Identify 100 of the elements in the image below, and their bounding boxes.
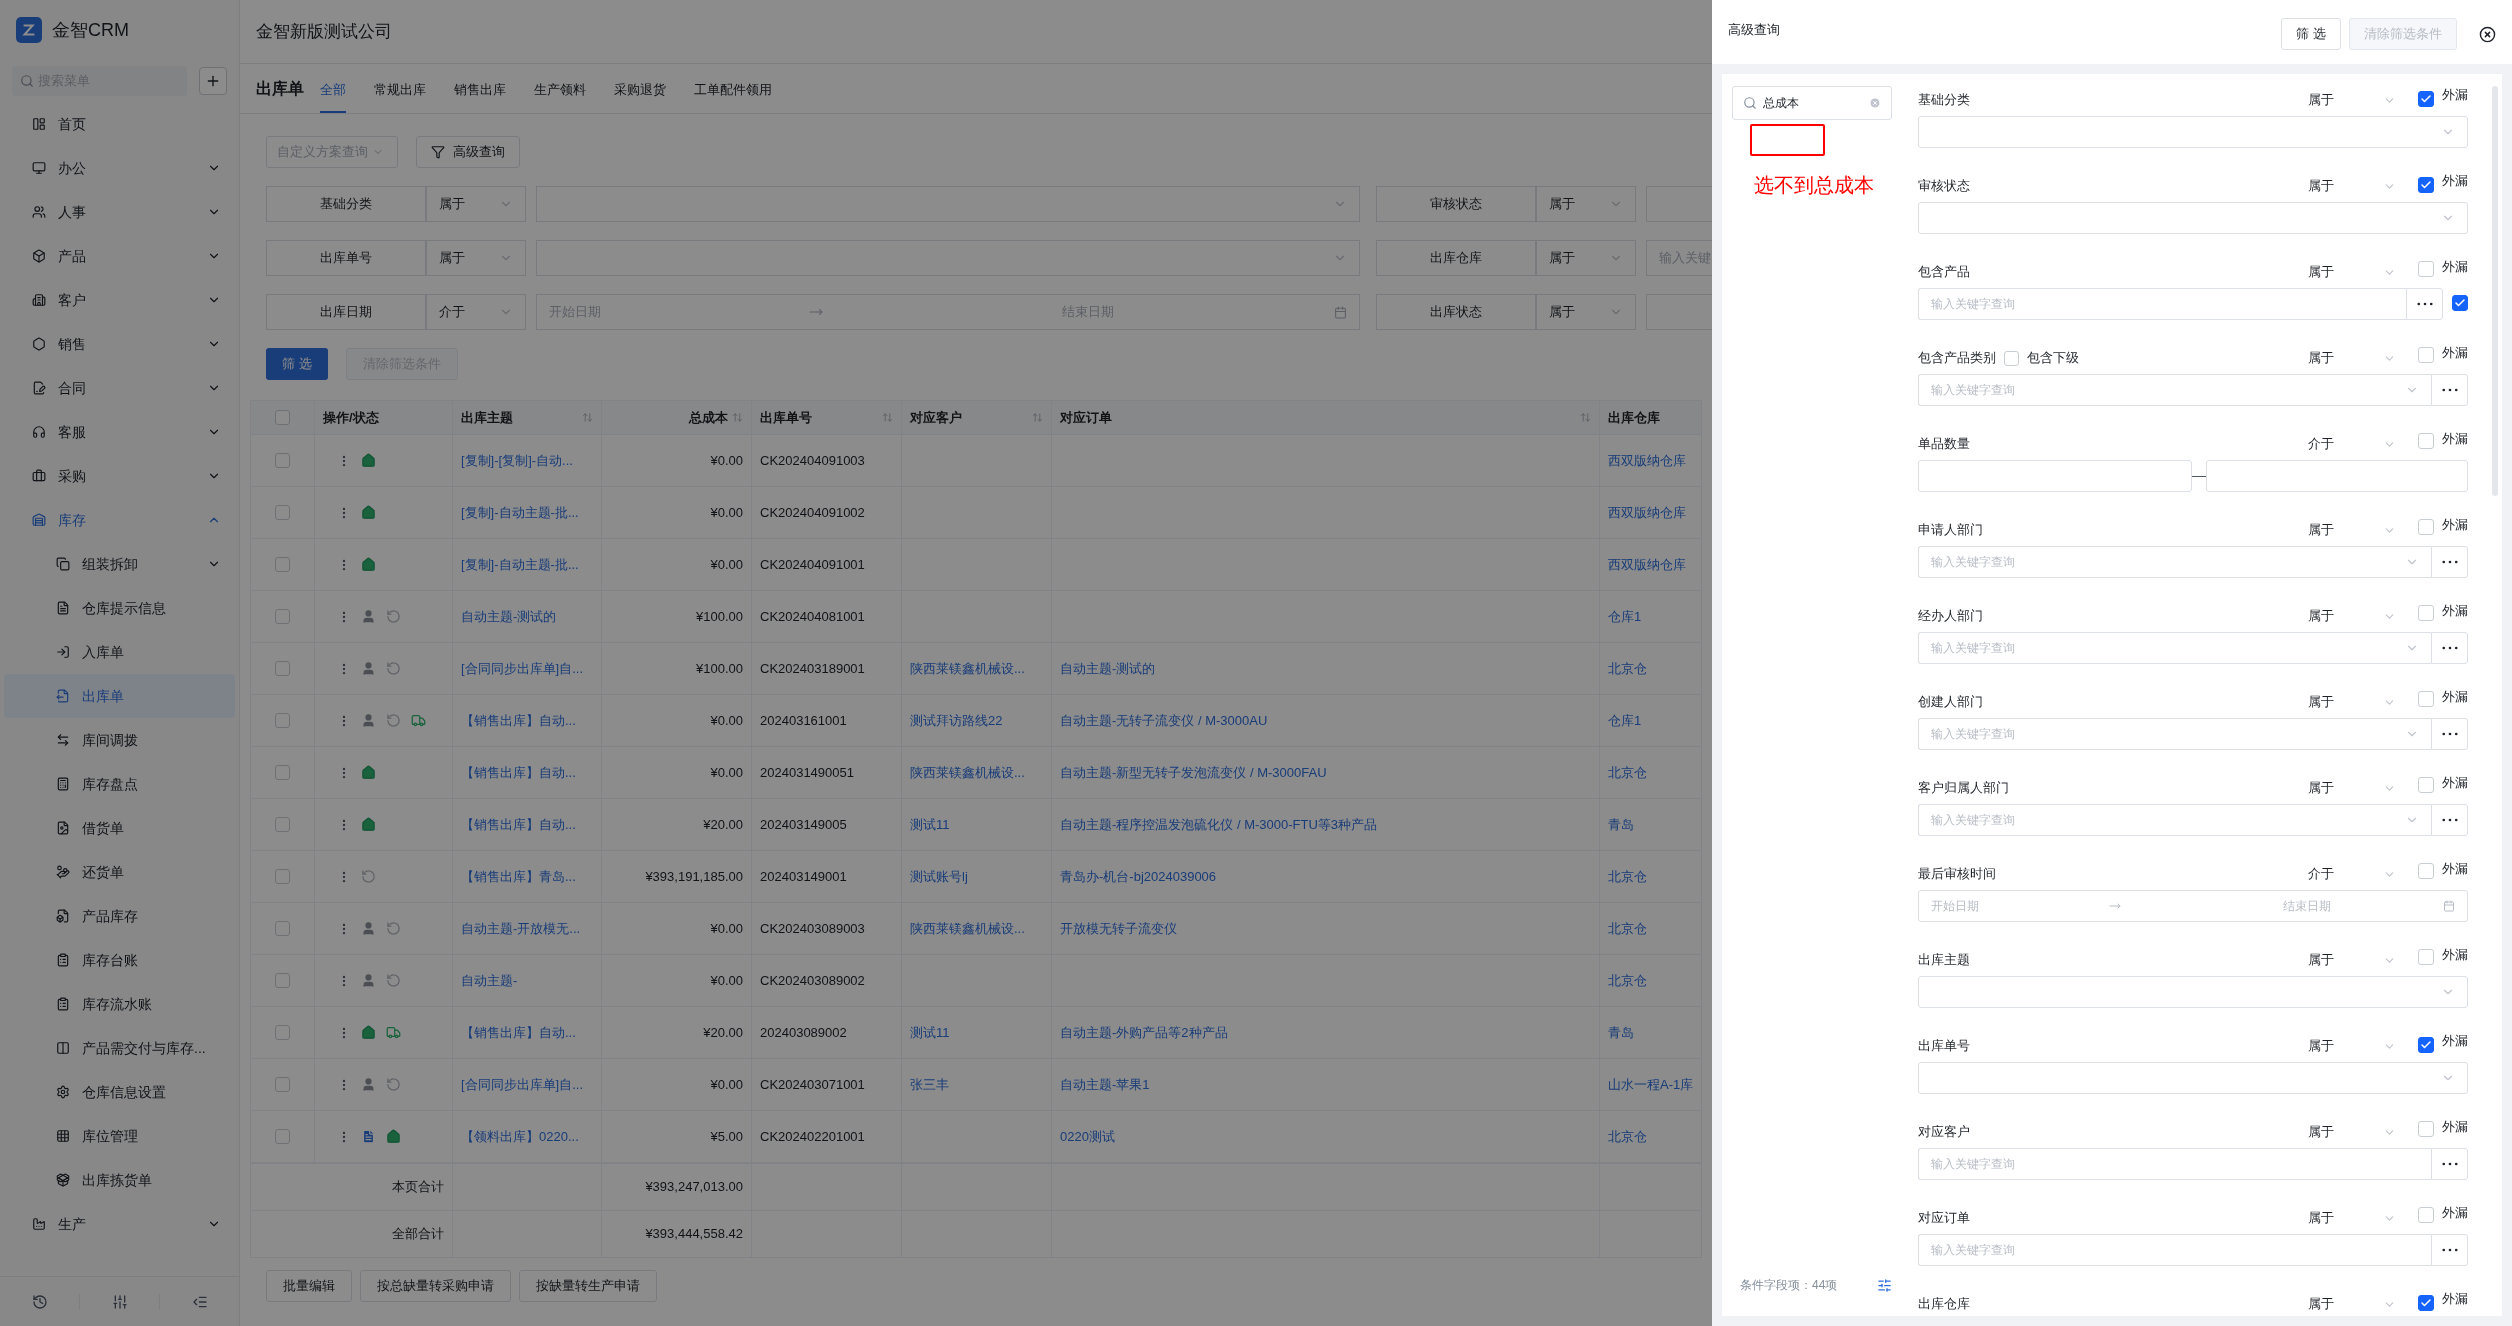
sidebar-item[interactable]: 还货单	[4, 850, 235, 894]
operator-dropdown[interactable]: 属于	[1536, 294, 1636, 330]
footer-button[interactable]: 按总缺量转采购申请	[360, 1270, 511, 1302]
sort-icon[interactable]	[1580, 412, 1591, 423]
tab[interactable]: 工单配件领用	[694, 79, 772, 113]
sort-icon[interactable]	[732, 412, 743, 423]
max-field[interactable]	[2206, 460, 2468, 492]
order-link[interactable]: 开放模无转子流变仪	[1060, 918, 1177, 939]
tab[interactable]: 生产领料	[534, 79, 586, 113]
subject-link[interactable]: [复制]-[复制]-自动...	[461, 450, 573, 471]
operator-dropdown[interactable]: 属于	[2308, 778, 2396, 798]
operator-dropdown[interactable]: 属于	[2308, 1208, 2396, 1228]
warehouse-link[interactable]: 北京仓	[1608, 762, 1647, 783]
sidebar-item[interactable]: 首页	[4, 102, 235, 146]
warehouse-link[interactable]: 青岛	[1608, 1022, 1634, 1043]
operator-dropdown[interactable]: 属于	[2308, 1036, 2396, 1056]
more-button[interactable]	[2431, 718, 2468, 750]
sliders-icon[interactable]	[111, 1293, 128, 1310]
keyword-input[interactable]: 输入关键字查询	[1931, 1241, 2131, 1259]
sidebar-item[interactable]: 客服	[4, 410, 235, 454]
field-search-field[interactable]: 总成本	[1732, 86, 1892, 120]
operator-dropdown[interactable]: 属于	[1536, 240, 1636, 276]
operator-dropdown[interactable]: 介于	[426, 294, 526, 330]
sidebar-item[interactable]: 合同	[4, 366, 235, 410]
filter-button[interactable]: 筛 选	[266, 348, 328, 380]
customer-link[interactable]: 陕西莱镁鑫机械设...	[910, 658, 1025, 679]
sidebar-item[interactable]: 出库单	[4, 674, 235, 718]
operator-dropdown[interactable]: 属于	[2308, 176, 2396, 196]
sidebar-item[interactable]: 销售	[4, 322, 235, 366]
sidebar-item[interactable]: 人事	[4, 190, 235, 234]
keyword-field[interactable]: 输入关键字查询	[1918, 632, 2431, 664]
sidebar-item[interactable]: 库存盘点	[4, 762, 235, 806]
operator-dropdown[interactable]: 属于	[2308, 606, 2396, 626]
keyword-input[interactable]: 输入关键字查询	[1931, 811, 2131, 829]
value-dropdown[interactable]	[1918, 1062, 2468, 1094]
customer-link[interactable]: 陕西莱镁鑫机械设...	[910, 918, 1025, 939]
checkbox[interactable]	[2418, 1037, 2434, 1053]
order-link[interactable]: 自动主题-新型无转子发泡流变仪 / M-3000FAU	[1060, 762, 1327, 783]
subject-link[interactable]: 【销售出库】自动...	[461, 762, 576, 783]
keyword-input[interactable]: 输入关键字查询	[1931, 725, 2131, 743]
more-button[interactable]	[2431, 374, 2468, 406]
column-header[interactable]: 出库主题	[453, 401, 602, 434]
column-header[interactable]: 操作/状态	[315, 401, 453, 434]
sidebar-item[interactable]: 库存台账	[4, 938, 235, 982]
checkbox[interactable]	[2418, 1295, 2434, 1311]
customer-link[interactable]: 测试账号lj	[910, 866, 968, 887]
checkbox[interactable]	[2452, 295, 2468, 311]
keyword-field[interactable]: 输入关键字查询	[1918, 1234, 2431, 1266]
customer-link[interactable]: 张三丰	[910, 1074, 949, 1095]
field-search-input[interactable]: 总成本	[1763, 94, 1853, 112]
operator-dropdown[interactable]: 属于	[426, 186, 526, 222]
operator-dropdown[interactable]: 属于	[2308, 692, 2396, 712]
warehouse-link[interactable]: 西双版纳仓库	[1608, 502, 1686, 523]
footer-button[interactable]: 按缺量转生产申请	[519, 1270, 657, 1302]
sidebar-item[interactable]: 生产	[4, 1202, 235, 1246]
subject-link[interactable]: [合同同步出库单]自...	[461, 658, 584, 679]
sidebar-item[interactable]: 库间调拨	[4, 718, 235, 762]
order-link[interactable]: 自动主题-测试的	[1060, 658, 1156, 679]
operator-dropdown[interactable]: 属于	[2308, 348, 2396, 368]
value-dropdown[interactable]	[1918, 976, 2468, 1008]
warehouse-link[interactable]: 北京仓	[1608, 970, 1647, 991]
customer-link[interactable]: 陕西莱镁鑫机械设...	[910, 762, 1025, 783]
operator-dropdown[interactable]: 介于	[2308, 864, 2396, 884]
operator-dropdown[interactable]: 属于	[426, 240, 526, 276]
sidebar-item[interactable]: 产品库存	[4, 894, 235, 938]
keyword-field[interactable]: 输入关键字查询	[1918, 718, 2431, 750]
value-dropdown[interactable]	[1918, 116, 2468, 148]
value-field[interactable]	[1646, 186, 1712, 222]
customer-link[interactable]: 测试11	[910, 814, 950, 835]
sidebar-item[interactable]: 仓库提示信息	[4, 586, 235, 630]
sidebar-item[interactable]: 产品需交付与库存...	[4, 1026, 235, 1070]
order-link[interactable]: 青岛办-机台-bj2024039006	[1060, 866, 1217, 887]
warehouse-link[interactable]: 北京仓	[1608, 918, 1647, 939]
min-field[interactable]	[1918, 460, 2192, 492]
subject-link[interactable]: 自动主题-开放模无...	[461, 918, 581, 939]
subject-link[interactable]: [复制]-自动主题-批...	[461, 554, 579, 575]
keyword-field[interactable]: 输入关键字查询	[1918, 546, 2431, 578]
advanced-search-button[interactable]: 高级查询	[416, 136, 520, 168]
scrollbar[interactable]	[2492, 86, 2498, 496]
filter-button[interactable]: 筛 选	[2281, 18, 2341, 50]
subject-link[interactable]: 自动主题-	[461, 970, 518, 991]
keyword-input[interactable]: 输入关键字查询	[1931, 639, 2131, 657]
tab[interactable]: 销售出库	[454, 79, 506, 113]
customer-link[interactable]: 测试拜访路线22	[910, 710, 1003, 731]
warehouse-link[interactable]: 西双版纳仓库	[1608, 450, 1686, 471]
value-dropdown[interactable]	[536, 240, 1360, 276]
operator-dropdown[interactable]: 属于	[2308, 262, 2396, 282]
subject-link[interactable]: 自动主题-测试的	[461, 606, 557, 627]
operator-dropdown[interactable]: 属于	[2308, 1122, 2396, 1142]
order-link[interactable]: 自动主题-无转子流变仪 / M-3000AU	[1060, 710, 1268, 731]
keyword-field[interactable]: 输入关键字查询	[1918, 1148, 2431, 1180]
keyword-input[interactable]: 输入关键字查询	[1931, 381, 2131, 399]
more-button[interactable]	[2431, 632, 2468, 664]
checkbox[interactable]	[2418, 177, 2434, 193]
operator-dropdown[interactable]: 属于	[1536, 186, 1636, 222]
history-icon[interactable]	[31, 1293, 48, 1310]
sort-icon[interactable]	[582, 412, 593, 423]
order-link[interactable]: 0220测试	[1060, 1126, 1115, 1147]
operator-dropdown[interactable]: 属于	[2308, 950, 2396, 970]
column-header[interactable]: 出库单号	[752, 401, 902, 434]
